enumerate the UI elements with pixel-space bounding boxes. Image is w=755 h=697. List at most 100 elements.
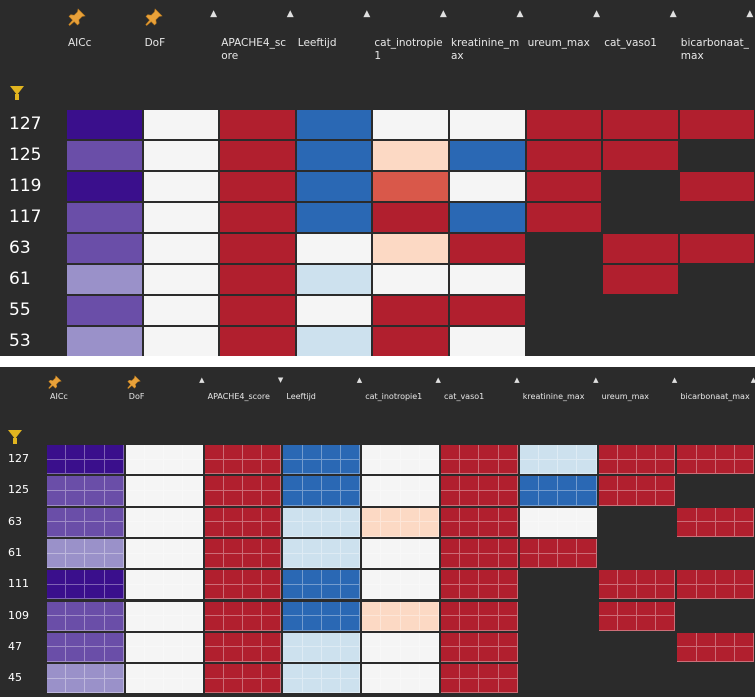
- sort-asc-icon[interactable]: ▲: [592, 9, 602, 19]
- heatmap-cell[interactable]: [296, 203, 372, 232]
- sort-asc-icon[interactable]: ▲: [748, 376, 755, 384]
- heatmap-cell[interactable]: [598, 538, 676, 569]
- row-label[interactable]: 111: [8, 577, 44, 590]
- heatmap-cell[interactable]: [296, 141, 372, 170]
- heatmap-cell[interactable]: [143, 327, 219, 356]
- heatmap-cell[interactable]: [143, 265, 219, 294]
- sort-asc-icon[interactable]: ▲: [362, 9, 372, 19]
- heatmap-cell[interactable]: [679, 172, 755, 201]
- row-label[interactable]: 47: [8, 640, 44, 653]
- heatmap-cell[interactable]: [603, 172, 678, 201]
- heatmap-cell[interactable]: [220, 203, 295, 232]
- pin-icon[interactable]: [48, 374, 62, 393]
- heatmap-cell[interactable]: [67, 203, 142, 232]
- heatmap-cell[interactable]: [526, 141, 602, 170]
- heatmap-cell[interactable]: [220, 141, 295, 170]
- heatmap-cell[interactable]: [373, 234, 448, 263]
- heatmap-cell[interactable]: [296, 265, 372, 294]
- column-header-cat-vaso1[interactable]: cat_vaso1: [604, 37, 677, 50]
- heatmap-cell[interactable]: [296, 110, 372, 139]
- sort-asc-icon[interactable]: ▲: [438, 9, 448, 19]
- heatmap-cell[interactable]: [67, 172, 142, 201]
- heatmap-cell[interactable]: [519, 601, 597, 631]
- heatmap-cell[interactable]: [679, 110, 755, 139]
- heatmap-cell[interactable]: [526, 296, 602, 325]
- sort-asc-icon[interactable]: ▲: [512, 376, 522, 384]
- column-header-aicc[interactable]: AICc: [50, 392, 123, 402]
- heatmap-cell[interactable]: [373, 327, 448, 356]
- heatmap-cell[interactable]: [679, 234, 755, 263]
- column-header-kreatinine-max[interactable]: kreatinine_m ax: [451, 37, 524, 63]
- sort-desc-icon[interactable]: ▼: [276, 376, 286, 384]
- heatmap-cell[interactable]: [679, 265, 755, 294]
- column-header-dof[interactable]: DoF: [129, 392, 202, 402]
- heatmap-cell[interactable]: [526, 110, 602, 139]
- heatmap-cell[interactable]: [450, 110, 525, 139]
- heatmap-cell[interactable]: [143, 141, 219, 170]
- heatmap-cell[interactable]: [677, 476, 755, 506]
- heatmap-cell[interactable]: [143, 203, 219, 232]
- heatmap-cell[interactable]: [220, 234, 295, 263]
- column-header-leeftijd[interactable]: Leeftijd: [286, 392, 359, 402]
- column-header-bicarbonaat-max[interactable]: bicarbonaat_ max: [681, 37, 754, 63]
- heatmap-cell[interactable]: [450, 296, 525, 325]
- row-label[interactable]: 61: [8, 546, 44, 559]
- heatmap-cell[interactable]: [450, 234, 525, 263]
- heatmap-cell[interactable]: [220, 110, 295, 139]
- heatmap-cell[interactable]: [679, 203, 755, 232]
- filter-icon[interactable]: [10, 86, 24, 100]
- heatmap-cell[interactable]: [603, 110, 678, 139]
- heatmap-cell[interactable]: [67, 265, 142, 294]
- heatmap-cell[interactable]: [603, 203, 678, 232]
- heatmap-cell[interactable]: [598, 632, 676, 663]
- heatmap-cell[interactable]: [603, 327, 678, 356]
- column-header-dof[interactable]: DoF: [145, 37, 218, 50]
- heatmap-cell[interactable]: [526, 203, 602, 232]
- sort-asc-icon[interactable]: ▲: [745, 9, 755, 19]
- row-label[interactable]: 125: [9, 145, 59, 165]
- heatmap-cell[interactable]: [67, 327, 142, 356]
- row-label[interactable]: 127: [8, 452, 44, 465]
- heatmap-cell[interactable]: [526, 172, 602, 201]
- heatmap-cell[interactable]: [373, 110, 448, 139]
- heatmap-cell[interactable]: [450, 203, 525, 232]
- column-header-cat-inotropie1[interactable]: cat_inotropie1: [365, 392, 438, 402]
- heatmap-cell[interactable]: [143, 172, 219, 201]
- heatmap-cell[interactable]: [373, 172, 448, 201]
- heatmap-cell[interactable]: [598, 507, 676, 537]
- row-label[interactable]: 109: [8, 609, 44, 622]
- heatmap-cell[interactable]: [373, 265, 448, 294]
- row-label[interactable]: 45: [8, 671, 44, 684]
- heatmap-cell[interactable]: [296, 296, 372, 325]
- heatmap-cell[interactable]: [677, 601, 755, 631]
- heatmap-cell[interactable]: [677, 664, 755, 694]
- heatmap-cell[interactable]: [67, 296, 142, 325]
- row-label[interactable]: 63: [9, 238, 59, 258]
- heatmap-cell[interactable]: [220, 296, 295, 325]
- heatmap-cell[interactable]: [296, 172, 372, 201]
- row-label[interactable]: 125: [8, 483, 44, 496]
- heatmap-cell[interactable]: [220, 265, 295, 294]
- column-header-cat-inotropie1[interactable]: cat_inotropie 1: [374, 37, 447, 63]
- heatmap-cell[interactable]: [598, 664, 676, 694]
- heatmap-cell[interactable]: [526, 327, 602, 356]
- heatmap-cell[interactable]: [373, 296, 448, 325]
- row-label[interactable]: 127: [9, 114, 59, 134]
- heatmap-cell[interactable]: [519, 664, 597, 694]
- row-label[interactable]: 117: [9, 207, 59, 227]
- column-header-apache4-score[interactable]: APACHE4_sc ore: [221, 37, 294, 63]
- sort-asc-icon[interactable]: ▲: [354, 376, 364, 384]
- heatmap-cell[interactable]: [296, 234, 372, 263]
- sort-asc-icon[interactable]: ▲: [433, 376, 443, 384]
- heatmap-cell[interactable]: [526, 234, 602, 263]
- heatmap-cell[interactable]: [67, 141, 142, 170]
- heatmap-cell[interactable]: [519, 632, 597, 663]
- heatmap-cell[interactable]: [679, 296, 755, 325]
- sort-asc-icon[interactable]: ▲: [209, 9, 219, 19]
- filter-icon[interactable]: [8, 430, 22, 444]
- heatmap-cell[interactable]: [143, 110, 219, 139]
- heatmap-cell[interactable]: [373, 141, 448, 170]
- sort-asc-icon[interactable]: ▲: [285, 9, 295, 19]
- sort-asc-icon[interactable]: ▲: [197, 376, 207, 384]
- heatmap-cell[interactable]: [526, 265, 602, 294]
